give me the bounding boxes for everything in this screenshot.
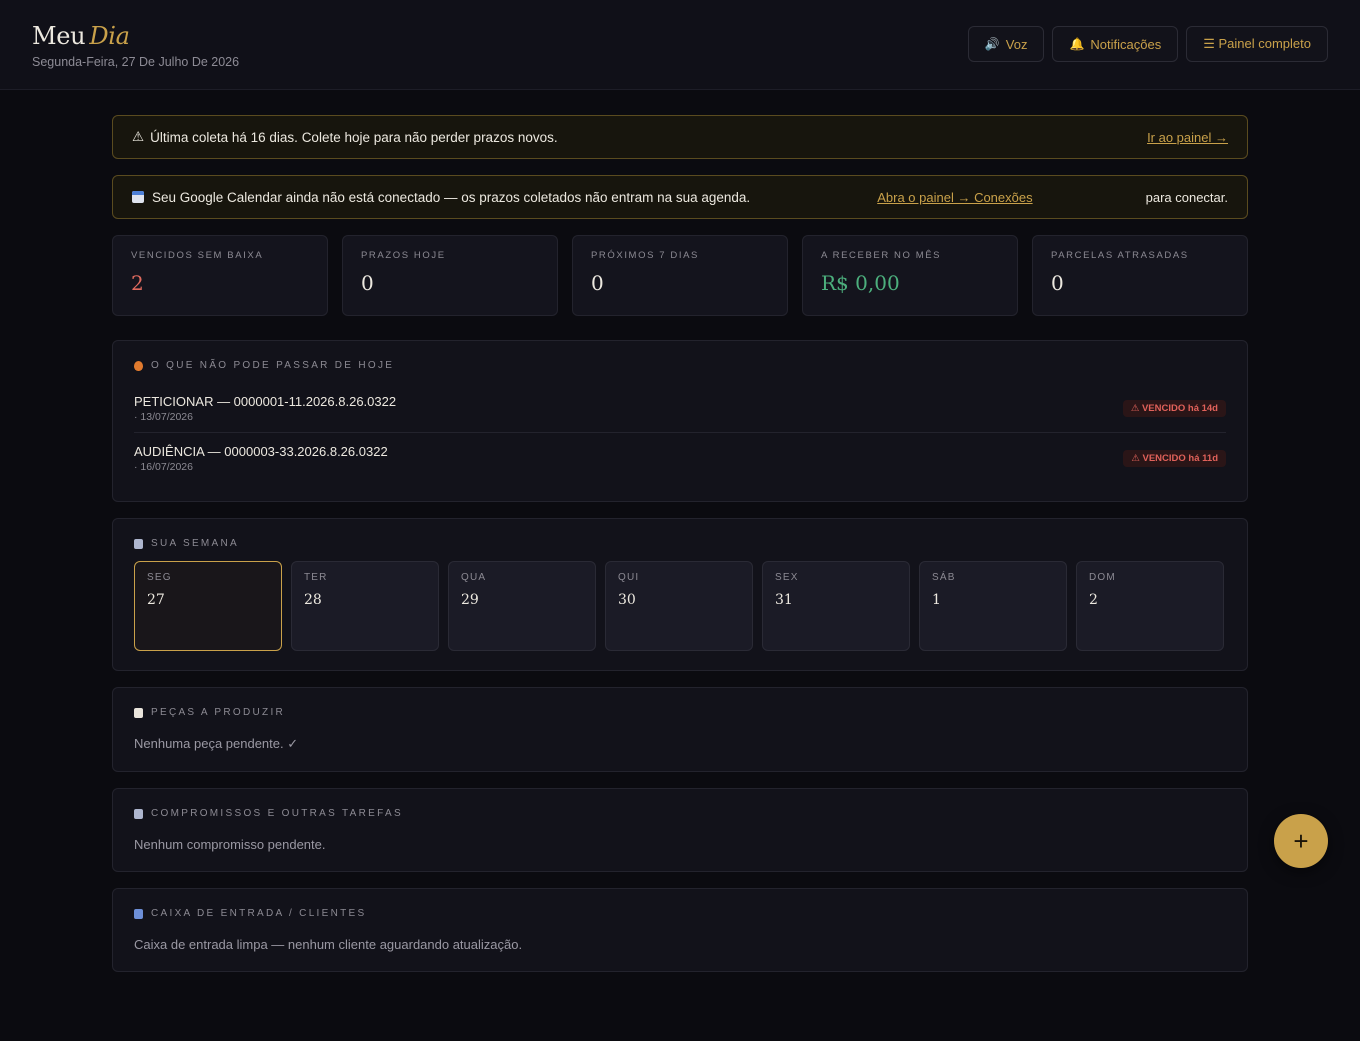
- stat-label: A RECEBER NO MÊS: [821, 250, 942, 261]
- stat-overdue-installments: PARCELAS ATRASADAS 0: [1032, 235, 1248, 316]
- page-title: Meu Dia: [32, 22, 239, 50]
- full-panel-button[interactable]: ☰ Painel completo: [1186, 26, 1328, 62]
- card-header: PEÇAS A PRODUZIR: [134, 707, 1226, 718]
- stats-row: VENCIDOS SEM BAIXA 2 PRAZOS HOJE 0 PRÓXI…: [112, 235, 1248, 316]
- last-collect-text: Última coleta há 16 dias. Colete hoje pa…: [150, 129, 558, 145]
- calendar-message: Seu Google Calendar ainda não está conec…: [132, 190, 750, 205]
- last-collect-alert: ⚠ Última coleta há 16 dias. Colete hoje …: [112, 115, 1248, 159]
- day-cell[interactable]: SÁB 1: [919, 561, 1067, 651]
- day-number: 28: [304, 592, 322, 608]
- calendar-icon: [134, 808, 143, 819]
- day-cell-today[interactable]: SEG 27: [134, 561, 282, 651]
- day-label: SEX: [775, 572, 799, 583]
- connections-link[interactable]: Abra o painel → Conexões: [877, 190, 1032, 205]
- card-header: CAIXA DE ENTRADA / CLIENTES: [134, 908, 1226, 919]
- stat-label: PRÓXIMOS 7 DIAS: [591, 250, 699, 261]
- week-days: SEG 27 TER 28 QUA 29 QUI 30 SEX 31 SÁB 1: [134, 561, 1226, 651]
- brand: Meu Dia Segunda-Feira, 27 De Julho De 202…: [32, 22, 239, 69]
- stat-value: 2: [131, 271, 144, 295]
- bell-icon: 🔔: [1069, 37, 1085, 51]
- voice-button[interactable]: 🔊 Voz: [967, 26, 1045, 62]
- stat-label: VENCIDOS SEM BAIXA: [131, 250, 264, 261]
- stat-label: PARCELAS ATRASADAS: [1051, 250, 1189, 261]
- day-label: DOM: [1089, 572, 1116, 583]
- overdue-badge: ⚠ VENCIDO há 14d: [1122, 400, 1226, 417]
- day-label: SEG: [147, 572, 172, 583]
- warning-icon: ⚠: [132, 129, 145, 144]
- stat-value: 0: [591, 271, 604, 295]
- day-number: 2: [1089, 592, 1098, 608]
- inbox-empty-text: Caixa de entrada limpa — nenhum cliente …: [134, 937, 523, 952]
- urgent-item-title: PETICIONAR — 0000001-11.2026.8.26.0322: [134, 394, 397, 409]
- day-number: 27: [147, 592, 165, 608]
- notifications-button-label: Notificações: [1090, 36, 1162, 52]
- card-header: COMPROMISSOS E OUTRAS TAREFAS: [134, 808, 1226, 819]
- urgent-item-title: AUDIÊNCIA — 0000003-33.2026.8.26.0322: [134, 444, 388, 459]
- full-panel-button-label: ☰ Painel completo: [1203, 36, 1311, 51]
- top-actions: 🔊 Voz 🔔 Notificações ☰ Painel completo: [967, 26, 1328, 62]
- fire-icon: [134, 360, 143, 371]
- stat-value: R$ 0,00: [821, 271, 900, 295]
- card-title: CAIXA DE ENTRADA / CLIENTES: [151, 908, 367, 919]
- stat-receivable-month: A RECEBER NO MÊS R$ 0,00: [802, 235, 1018, 316]
- card-header: SUA SEMANA: [134, 538, 1226, 549]
- card-title: O QUE NÃO PODE PASSAR DE HOJE: [151, 360, 395, 371]
- urgent-item[interactable]: AUDIÊNCIA — 0000003-33.2026.8.26.0322 · …: [134, 432, 1226, 482]
- urgent-list: PETICIONAR — 0000001-11.2026.8.26.0322 ·…: [134, 383, 1226, 482]
- urgent-card: O QUE NÃO PODE PASSAR DE HOJE PETICIONAR…: [112, 340, 1248, 502]
- urgent-item-date: · 13/07/2026: [134, 411, 193, 423]
- last-collect-message: ⚠ Última coleta há 16 dias. Colete hoje …: [132, 129, 558, 145]
- day-cell[interactable]: DOM 2: [1076, 561, 1224, 651]
- day-number: 31: [775, 592, 793, 608]
- add-button[interactable]: +: [1274, 814, 1328, 868]
- calendar-alert-tail: para conectar.: [1145, 189, 1228, 205]
- go-to-panel-link[interactable]: Ir ao painel →: [1147, 130, 1228, 145]
- stat-value: 0: [1051, 271, 1064, 295]
- stat-deadlines-today: PRAZOS HOJE 0: [342, 235, 558, 316]
- card-title: SUA SEMANA: [151, 538, 240, 549]
- day-label: QUA: [461, 572, 487, 583]
- appointments-empty-text: Nenhum compromisso pendente.: [134, 837, 326, 852]
- top-bar: Meu Dia Segunda-Feira, 27 De Julho De 202…: [0, 0, 1360, 90]
- urgent-item[interactable]: PETICIONAR — 0000001-11.2026.8.26.0322 ·…: [134, 383, 1226, 432]
- notifications-button[interactable]: 🔔 Notificações: [1052, 26, 1179, 62]
- week-card: SUA SEMANA SEG 27 TER 28 QUA 29 QUI 30 S…: [112, 518, 1248, 671]
- appointments-card: COMPROMISSOS E OUTRAS TAREFAS Nenhum com…: [112, 788, 1248, 872]
- stat-overdue: VENCIDOS SEM BAIXA 2: [112, 235, 328, 316]
- pieces-card: PEÇAS A PRODUZIR Nenhuma peça pendente. …: [112, 687, 1248, 772]
- stat-label: PRAZOS HOJE: [361, 250, 446, 261]
- calendar-alert-text: Seu Google Calendar ainda não está conec…: [152, 189, 751, 205]
- card-title: PEÇAS A PRODUZIR: [151, 707, 286, 718]
- calendar-alert: Seu Google Calendar ainda não está conec…: [112, 175, 1248, 219]
- overdue-badge: ⚠ VENCIDO há 11d: [1123, 450, 1226, 467]
- day-cell[interactable]: QUI 30: [605, 561, 753, 651]
- day-label: SÁB: [932, 572, 956, 583]
- title-accent: Dia: [89, 22, 130, 50]
- card-title: COMPROMISSOS E OUTRAS TAREFAS: [151, 808, 403, 819]
- day-cell[interactable]: SEX 31: [762, 561, 910, 651]
- day-cell[interactable]: QUA 29: [448, 561, 596, 651]
- calendar-icon: [134, 538, 143, 549]
- calendar-icon: [132, 191, 144, 203]
- pieces-empty-text: Nenhuma peça pendente. ✓: [134, 736, 299, 751]
- voice-button-label: Voz: [1005, 36, 1028, 52]
- day-label: QUI: [618, 572, 640, 583]
- day-cell[interactable]: TER 28: [291, 561, 439, 651]
- current-date: Segunda-Feira, 27 De Julho De 2026: [32, 55, 240, 69]
- document-icon: [134, 707, 143, 718]
- speaker-icon: 🔊: [984, 37, 1000, 51]
- card-header: O QUE NÃO PODE PASSAR DE HOJE: [134, 360, 1226, 371]
- stat-next-7-days: PRÓXIMOS 7 DIAS 0: [572, 235, 788, 316]
- inbox-icon: [134, 908, 143, 919]
- day-number: 30: [618, 592, 636, 608]
- title-main: Meu: [32, 22, 86, 50]
- main-content: ⚠ Última coleta há 16 dias. Colete hoje …: [112, 115, 1248, 972]
- day-number: 1: [932, 592, 941, 608]
- inbox-card: CAIXA DE ENTRADA / CLIENTES Caixa de ent…: [112, 888, 1248, 972]
- day-number: 29: [461, 592, 479, 608]
- day-label: TER: [304, 572, 328, 583]
- stat-value: 0: [361, 271, 374, 295]
- urgent-item-date: · 16/07/2026: [134, 461, 193, 473]
